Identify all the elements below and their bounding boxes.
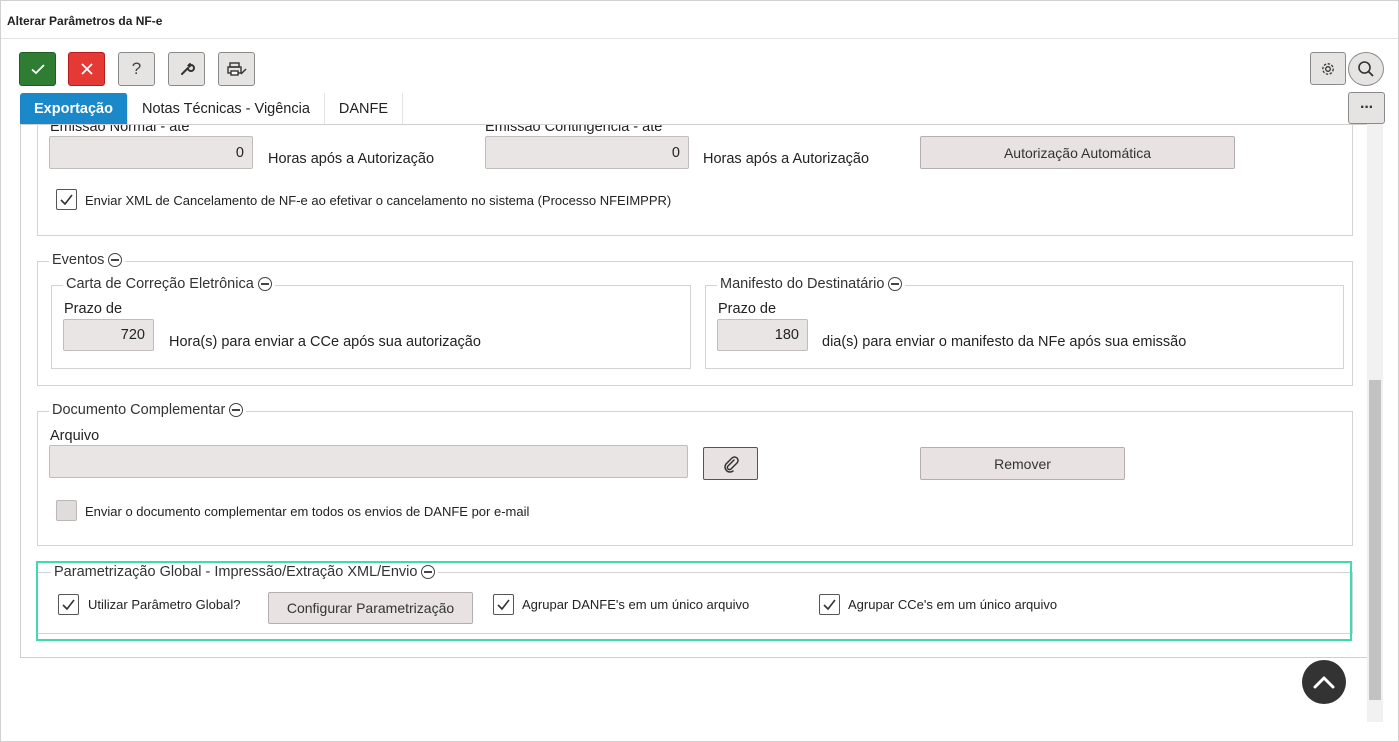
collapse-icon[interactable] (888, 277, 903, 291)
manifesto-prazo-suffix: dia(s) para enviar o manifesto da NFe ap… (822, 334, 1187, 350)
wrench-icon (180, 63, 195, 75)
more-options-button[interactable]: ··· (1348, 92, 1385, 124)
emissao-contingencia-label: Emissão Contingência - até (485, 124, 663, 135)
check-icon (30, 64, 45, 75)
manifesto-prazo-input[interactable] (717, 319, 808, 351)
collapse-icon[interactable] (108, 253, 123, 267)
arquivo-input[interactable] (49, 445, 688, 478)
collapse-icon[interactable] (257, 277, 272, 291)
help-icon: ? (131, 59, 142, 78)
search-button[interactable] (1348, 52, 1384, 86)
autorizacao-automatica-button[interactable]: Autorização Automática (920, 136, 1235, 169)
documento-legend: Documento Complementar (49, 402, 247, 418)
collapse-icon[interactable] (229, 403, 244, 417)
paperclip-icon (723, 455, 739, 473)
enviar-xml-label: Enviar XML de Cancelamento de NF-e ao ef… (85, 193, 672, 208)
tools-button[interactable] (168, 52, 205, 86)
tab-notas-tecnicas[interactable]: Notas Técnicas - Vigência (127, 93, 325, 125)
documento-section (37, 411, 1353, 546)
manifesto-prazo-label: Prazo de (718, 301, 777, 317)
dialog-window: Alterar Parâmetros da NF-e ? ··· Exporta… (0, 0, 1399, 742)
focus-highlight (36, 561, 1352, 641)
enviar-documento-checkbox[interactable] (56, 500, 77, 521)
help-button[interactable]: ? (118, 52, 155, 86)
manifesto-legend: Manifesto do Destinatário (717, 276, 906, 292)
settings-button[interactable] (1310, 52, 1346, 85)
ellipsis-icon: ··· (1360, 99, 1374, 116)
print-button[interactable] (218, 52, 255, 86)
emissao-contingencia-suffix: Horas após a Autorização (703, 151, 870, 167)
cce-legend-text: Carta de Correção Eletrônica (66, 276, 254, 292)
confirm-button[interactable] (19, 52, 56, 86)
emissao-contingencia-input[interactable] (485, 136, 689, 169)
eventos-legend-text: Eventos (52, 252, 105, 268)
chevron-up-icon (1313, 676, 1335, 689)
enviar-xml-checkbox[interactable] (56, 189, 77, 210)
tab-danfe[interactable]: DANFE (324, 93, 404, 125)
vertical-scrollbar[interactable] (1367, 124, 1383, 722)
title-bar: Alterar Parâmetros da NF-e (1, 1, 1398, 39)
manifesto-legend-text: Manifesto do Destinatário (720, 276, 885, 292)
documento-legend-text: Documento Complementar (52, 402, 226, 418)
emissao-normal-input[interactable] (49, 136, 253, 169)
enviar-documento-label: Enviar o documento complementar em todos… (85, 504, 530, 519)
emissao-normal-suffix: Horas após a Autorização (268, 151, 435, 167)
cancel-button[interactable] (68, 52, 105, 86)
cce-prazo-label: Prazo de (64, 301, 123, 317)
attach-button[interactable] (703, 447, 758, 480)
cce-prazo-suffix: Hora(s) para enviar a CCe após sua autor… (169, 334, 481, 350)
gear-icon (1322, 62, 1334, 75)
eventos-legend: Eventos (49, 252, 126, 268)
cce-prazo-input[interactable] (63, 319, 154, 351)
window-title: Alterar Parâmetros da NF-e (7, 14, 163, 28)
check-icon (60, 194, 73, 206)
search-icon (1358, 61, 1374, 77)
tab-exportacao[interactable]: Exportação (20, 93, 128, 125)
printer-icon (226, 62, 246, 76)
tab-content: Emissão Normal - até Horas após a Autori… (20, 124, 1368, 658)
close-icon (80, 63, 93, 75)
emissao-normal-label: Emissão Normal - até (50, 124, 190, 135)
arquivo-label: Arquivo (50, 428, 100, 444)
tab-bar: Exportação Notas Técnicas - Vigência DAN… (20, 93, 404, 125)
cce-legend: Carta de Correção Eletrônica (63, 276, 275, 292)
remover-button[interactable]: Remover (920, 447, 1125, 480)
scrollbar-thumb[interactable] (1369, 380, 1381, 700)
scroll-top-button[interactable] (1302, 660, 1346, 704)
